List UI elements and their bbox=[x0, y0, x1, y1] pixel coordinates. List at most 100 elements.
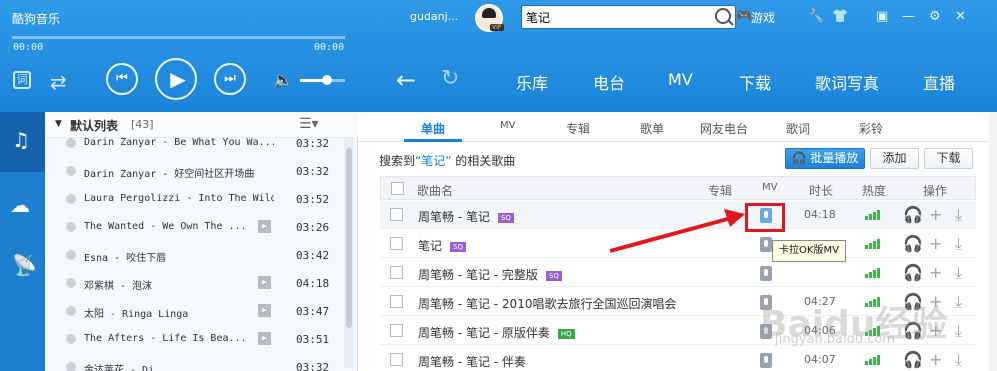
download-arrow-icon[interactable]: ⤓ bbox=[955, 292, 962, 312]
mic-mv-icon[interactable] bbox=[760, 237, 772, 252]
playlist-item[interactable]: 邓紫棋 - 泡沫 ▶ 04:18 bbox=[45, 269, 344, 297]
skin-icon[interactable]: 👕 bbox=[832, 9, 848, 24]
song-title[interactable]: 周笔畅 - 笔记 SQ bbox=[418, 208, 514, 225]
playlist-item[interactable]: 太阳 - Ringa Linga ▶ 03:47 bbox=[45, 297, 344, 325]
row-checkbox[interactable] bbox=[390, 208, 403, 221]
download-arrow-icon[interactable]: ⤓ bbox=[955, 263, 962, 283]
batch-play-button[interactable]: 🎧 批量播放 bbox=[785, 148, 865, 169]
mv-play-icon[interactable]: ▶ bbox=[258, 332, 271, 345]
play-mode-icon[interactable]: ⇄ bbox=[50, 70, 67, 94]
download-button[interactable]: 下载 bbox=[924, 148, 973, 169]
track-name: The Wanted - We Own The ... bbox=[84, 221, 247, 232]
wrench-icon[interactable]: 🔧 bbox=[808, 9, 824, 24]
playlist-item[interactable]: The Afters - Life Is Bea... ▶ 03:51 bbox=[45, 325, 344, 353]
playlist-scroll-thumb[interactable] bbox=[346, 148, 352, 328]
listen-headphone-icon[interactable]: 🎧 bbox=[903, 350, 923, 369]
add-plus-icon[interactable]: + bbox=[929, 205, 942, 224]
search-input[interactable] bbox=[522, 6, 702, 28]
song-title[interactable]: 周笔畅 - 笔记 - 原版伴奏 HQ bbox=[418, 324, 575, 341]
table-header: 歌曲名 专辑 MV 时长 热度 操作 bbox=[380, 176, 976, 200]
playlist-item[interactable]: The Wanted - We Own The ... ▶ 03:26 bbox=[45, 213, 344, 241]
table-row[interactable]: 周笔畅 - 笔记 - 伴奏 04:07 🎧 + ⤓ bbox=[380, 346, 976, 371]
results-scrollbar[interactable] bbox=[989, 112, 997, 371]
add-plus-icon[interactable]: + bbox=[929, 234, 942, 253]
song-duration: 04:18 bbox=[804, 208, 836, 221]
cloud-icon[interactable]: ☁ bbox=[10, 193, 30, 217]
volume-slider[interactable] bbox=[300, 75, 345, 85]
track-status-icon bbox=[66, 166, 76, 176]
volume-icon[interactable]: 🔈 bbox=[273, 70, 293, 89]
back-arrow-icon[interactable]: ← bbox=[396, 66, 416, 94]
mv-play-icon[interactable]: ▶ bbox=[258, 276, 271, 289]
games-link[interactable]: 游戏 bbox=[751, 9, 775, 26]
play-button[interactable]: ▶ bbox=[155, 58, 197, 100]
track-status-icon bbox=[66, 222, 76, 232]
listen-headphone-icon[interactable]: 🎧 bbox=[903, 263, 923, 282]
next-button[interactable]: ⏭ bbox=[214, 63, 246, 95]
search-icon[interactable] bbox=[715, 8, 731, 24]
nav-library[interactable]: 乐库 bbox=[516, 70, 548, 94]
listen-headphone-icon[interactable]: 🎧 bbox=[903, 234, 923, 253]
vip-badge: VIP bbox=[490, 24, 504, 31]
select-all-checkbox[interactable] bbox=[391, 182, 404, 195]
previous-button[interactable]: ⏮ bbox=[106, 63, 138, 95]
mic-mv-icon[interactable] bbox=[760, 266, 772, 281]
gamepad-icon[interactable]: 🎮 bbox=[736, 9, 752, 24]
playlist-item[interactable]: 金达莱花 - Di 03:32 bbox=[45, 353, 344, 371]
minimize-icon[interactable]: — bbox=[902, 9, 915, 24]
tab-mv[interactable]: MV bbox=[500, 120, 515, 131]
song-title[interactable]: 周笔畅 - 笔记 - 2010唱歌去旅行全国巡回演唱会 bbox=[418, 295, 676, 312]
playlist-item[interactable]: Darin Zanyar - Be What You Wa... 03:32 bbox=[45, 129, 344, 157]
tab-lyrics[interactable]: 歌词 bbox=[786, 120, 810, 137]
headphone-icon: 🎧 bbox=[791, 151, 807, 165]
download-arrow-icon[interactable]: ⤓ bbox=[955, 350, 962, 370]
listen-headphone-icon[interactable]: 🎧 bbox=[903, 205, 923, 224]
download-arrow-icon[interactable]: ⤓ bbox=[955, 205, 962, 225]
row-checkbox[interactable] bbox=[390, 237, 403, 250]
settings-icon[interactable]: ⚙ bbox=[929, 9, 941, 24]
progress-bar[interactable] bbox=[12, 36, 345, 39]
row-checkbox[interactable] bbox=[390, 295, 403, 308]
download-arrow-icon[interactable]: ⤓ bbox=[955, 321, 962, 341]
music-note-icon[interactable]: ♫ bbox=[12, 128, 30, 152]
row-checkbox[interactable] bbox=[390, 266, 403, 279]
volume-knob[interactable] bbox=[322, 75, 332, 85]
playlist-item[interactable]: Esna - 咬住下唇 03:42 bbox=[45, 241, 344, 269]
nav-radio[interactable]: 电台 bbox=[593, 70, 625, 94]
add-button[interactable]: 添加 bbox=[870, 148, 919, 169]
song-title[interactable]: 周笔畅 - 笔记 - 完整版 SQ bbox=[418, 266, 562, 283]
refresh-icon[interactable]: ↻ bbox=[441, 66, 459, 91]
tab-ringtones[interactable]: 彩铃 bbox=[859, 120, 883, 137]
row-checkbox[interactable] bbox=[390, 353, 403, 366]
heat-bar bbox=[877, 210, 880, 220]
mic-mv-icon[interactable] bbox=[760, 353, 772, 368]
batch-play-label: 批量播放 bbox=[810, 151, 859, 165]
nav-live[interactable]: 直播 bbox=[923, 70, 955, 94]
tab-playlists[interactable]: 歌单 bbox=[640, 120, 664, 137]
add-plus-icon[interactable]: + bbox=[929, 263, 942, 282]
close-icon[interactable]: ✕ bbox=[955, 9, 966, 24]
row-checkbox[interactable] bbox=[390, 324, 403, 337]
tab-songs[interactable]: 单曲 bbox=[421, 120, 445, 137]
nav-lyrics-photos[interactable]: 歌词写真 bbox=[815, 70, 879, 94]
username[interactable]: gudanj... bbox=[410, 10, 458, 23]
add-plus-icon[interactable]: + bbox=[929, 350, 942, 369]
song-title[interactable]: 笔记 SQ bbox=[418, 237, 466, 254]
lyric-icon[interactable]: 词 bbox=[13, 71, 31, 89]
playlist-item[interactable]: Laura Pergolizzi - Into The Wild 03:52 bbox=[45, 185, 344, 213]
nav-download[interactable]: 下载 bbox=[739, 70, 771, 94]
collapse-caret-icon[interactable]: ▼ bbox=[55, 119, 62, 129]
mv-play-icon[interactable]: ▶ bbox=[258, 304, 271, 317]
download-arrow-icon[interactable]: ⤓ bbox=[955, 234, 962, 254]
mini-mode-icon[interactable]: ▣ bbox=[876, 9, 888, 24]
track-name: The Afters - Life Is Bea... bbox=[84, 333, 247, 344]
song-title[interactable]: 周笔畅 - 笔记 - 伴奏 bbox=[418, 353, 526, 370]
playlist-item[interactable]: Darin Zanyar - 好空间社区开场曲 03:32 bbox=[45, 157, 344, 185]
playlist-panel: ▼ 默认列表 [43] ☰▾ Darin Zanyar - Be What Yo… bbox=[45, 112, 358, 371]
broadcast-icon[interactable]: 📡 bbox=[12, 253, 37, 277]
tab-user-radio[interactable]: 网友电台 bbox=[700, 120, 748, 137]
tab-albums[interactable]: 专辑 bbox=[566, 120, 590, 137]
playlist-scrollbar[interactable] bbox=[344, 138, 354, 368]
nav-mv[interactable]: MV bbox=[668, 70, 693, 89]
mv-play-icon[interactable]: ▶ bbox=[258, 220, 271, 233]
